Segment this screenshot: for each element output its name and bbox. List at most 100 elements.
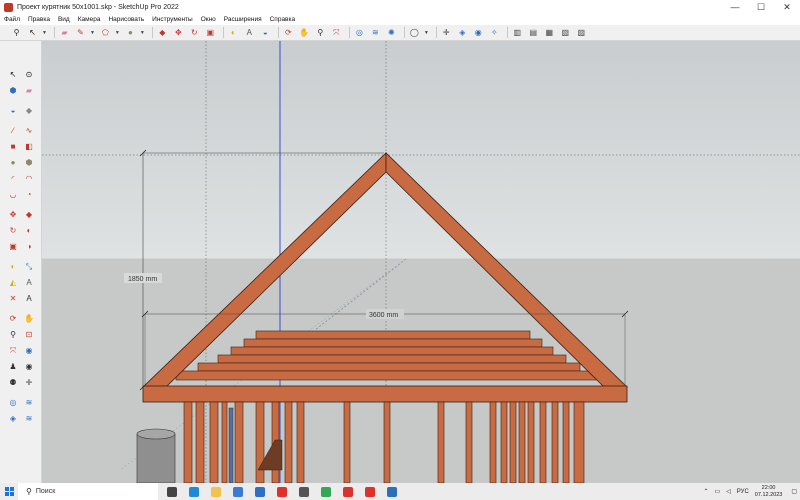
lasso-tool-icon[interactable]: ⊙ xyxy=(23,69,35,81)
zoom-icon[interactable]: ⚲ xyxy=(314,26,327,39)
language-indicator[interactable]: РУС xyxy=(737,489,749,495)
move-icon[interactable]: ✥ xyxy=(172,26,185,39)
orbit-tool-icon[interactable]: ⟳ xyxy=(7,313,19,325)
rotated-rect-tool-icon[interactable]: ◧ xyxy=(23,141,35,153)
close-button[interactable]: ✕ xyxy=(774,0,800,14)
chevron-down-icon[interactable]: ▼ xyxy=(42,30,47,36)
view-front-icon[interactable]: ◉ xyxy=(472,26,485,39)
position-camera-tool-icon[interactable]: ♟ xyxy=(7,361,19,373)
move-tool-icon[interactable]: ✥ xyxy=(7,209,19,221)
mail-icon[interactable] xyxy=(252,483,268,500)
yandex-icon[interactable] xyxy=(362,483,378,500)
style-shaded-icon[interactable]: ▧ xyxy=(559,26,572,39)
freehand-tool-icon[interactable]: ∿ xyxy=(23,125,35,137)
eraser-icon[interactable]: ▰ xyxy=(58,26,71,39)
circle-tool-icon[interactable]: ● xyxy=(7,157,19,169)
layout-tool-icon[interactable]: ≋ xyxy=(23,413,35,425)
section-tool-icon[interactable]: ✛ xyxy=(23,377,35,389)
text-icon[interactable]: A xyxy=(243,26,256,39)
volume-icon[interactable]: ◁ xyxy=(726,488,731,495)
maximize-button[interactable]: ☐ xyxy=(748,0,774,14)
tray-chevron-icon[interactable]: ⌃ xyxy=(703,488,708,495)
circle-icon[interactable]: ● xyxy=(124,26,137,39)
edge-icon[interactable] xyxy=(186,483,202,500)
layout-icon[interactable]: ✺ xyxy=(385,26,398,39)
arc2-tool-icon[interactable]: ◠ xyxy=(23,173,35,185)
rectangle-tool-icon[interactable]: ■ xyxy=(7,141,19,153)
3dtext-tool-icon[interactable]: A xyxy=(23,293,35,305)
menu-window[interactable]: Окно xyxy=(197,16,220,23)
pie-tool-icon[interactable]: ◔ xyxy=(23,189,35,201)
chrome-icon[interactable] xyxy=(318,483,334,500)
notifications-icon[interactable]: ▢ xyxy=(791,488,797,495)
protractor-tool-icon[interactable]: ◭ xyxy=(7,277,19,289)
rotate-tool-icon[interactable]: ↻ xyxy=(7,225,19,237)
warehouse-icon[interactable]: ◎ xyxy=(353,26,366,39)
line-tool-icon[interactable]: ∕ xyxy=(7,125,19,137)
arc-tool-icon[interactable]: ◜ xyxy=(7,173,19,185)
chevron-down-icon[interactable]: ▼ xyxy=(140,30,145,36)
push-pull-icon[interactable]: ◆ xyxy=(156,26,169,39)
store-icon[interactable] xyxy=(230,483,246,500)
zoom-tool-icon[interactable]: ⚲ xyxy=(7,329,19,341)
task-view-icon[interactable] xyxy=(164,483,180,500)
file-explorer-icon[interactable] xyxy=(208,483,224,500)
menu-draw[interactable]: Нарисовать xyxy=(104,16,148,23)
polygon-tool-icon[interactable]: ⬢ xyxy=(23,157,35,169)
rotate-icon[interactable]: ↻ xyxy=(188,26,201,39)
offset-tool-icon[interactable]: ◑ xyxy=(23,241,35,253)
walk-tool-icon[interactable]: ⚉ xyxy=(7,377,19,389)
sketchup-icon[interactable] xyxy=(384,483,400,500)
scale-icon[interactable]: ▣ xyxy=(204,26,217,39)
paint-tool-icon[interactable]: ◒ xyxy=(7,105,19,117)
warehouse-tool-icon[interactable]: ◎ xyxy=(7,397,19,409)
account-icon[interactable]: ◯ xyxy=(408,26,421,39)
axes-tool-icon[interactable]: ✕ xyxy=(7,293,19,305)
component-tool-icon[interactable]: ⬢ xyxy=(7,85,19,97)
axes-icon[interactable]: ✛ xyxy=(440,26,453,39)
zoom-extents-icon[interactable]: ⤧ xyxy=(330,26,343,39)
prev-view-tool-icon[interactable]: ◉ xyxy=(23,345,35,357)
tape-measure-icon[interactable]: ◐ xyxy=(227,26,240,39)
pencil-icon[interactable]: ✎ xyxy=(74,26,87,39)
minimize-button[interactable]: — xyxy=(722,0,748,14)
opera-icon[interactable] xyxy=(274,483,290,500)
text-tool-icon[interactable]: A xyxy=(23,277,35,289)
search-icon[interactable]: ⚲ xyxy=(10,26,23,39)
clock[interactable]: 22:00 07.12.2023 xyxy=(755,485,783,499)
zoom-extents-tool-icon[interactable]: ⤧ xyxy=(7,345,19,357)
network-icon[interactable]: ▭ xyxy=(714,488,720,495)
menu-file[interactable]: Файл xyxy=(0,16,24,23)
style-xray-icon[interactable]: ▥ xyxy=(511,26,524,39)
select-arrow-icon[interactable]: ↖ xyxy=(26,26,39,39)
dimension-tool-icon[interactable]: ⤡ xyxy=(23,261,35,273)
chevron-down-icon[interactable]: ▼ xyxy=(115,30,120,36)
chevron-down-icon[interactable]: ▼ xyxy=(90,30,95,36)
menu-camera[interactable]: Камера xyxy=(74,16,105,23)
start-button[interactable] xyxy=(0,483,18,500)
menu-edit[interactable]: Правка xyxy=(24,16,54,23)
menu-tools[interactable]: Инструменты xyxy=(148,16,197,23)
select-tool-icon[interactable]: ↖ xyxy=(7,69,19,81)
menu-view[interactable]: Вид xyxy=(54,16,74,23)
menu-help[interactable]: Справка xyxy=(266,16,300,23)
extension-warehouse-icon[interactable]: ≋ xyxy=(369,26,382,39)
style-hidden-icon[interactable]: ▦ xyxy=(543,26,556,39)
model-canvas[interactable]: 1850 mm 3600 mm xyxy=(42,41,800,483)
view-iso-icon[interactable]: ◈ xyxy=(456,26,469,39)
style-wireframe-icon[interactable]: ▤ xyxy=(527,26,540,39)
scale-tool-icon[interactable]: ▣ xyxy=(7,241,19,253)
game-icon[interactable] xyxy=(296,483,312,500)
follow-me-tool-icon[interactable]: ◐ xyxy=(23,225,35,237)
tag-tool-icon[interactable]: ◆ xyxy=(23,105,35,117)
pan-tool-icon[interactable]: ✋ xyxy=(23,313,35,325)
shape-icon[interactable]: ⬠ xyxy=(99,26,112,39)
eraser-tool-icon[interactable]: ▰ xyxy=(23,85,35,97)
extension-tool-icon[interactable]: ≋ xyxy=(23,397,35,409)
zoom-window-tool-icon[interactable]: ⊡ xyxy=(23,329,35,341)
menu-extensions[interactable]: Расширения xyxy=(220,16,266,23)
style-textured-icon[interactable]: ▨ xyxy=(575,26,588,39)
orbit-icon[interactable]: ⟳ xyxy=(282,26,295,39)
chevron-down-icon[interactable]: ▼ xyxy=(424,30,429,36)
view-right-icon[interactable]: ✧ xyxy=(488,26,501,39)
